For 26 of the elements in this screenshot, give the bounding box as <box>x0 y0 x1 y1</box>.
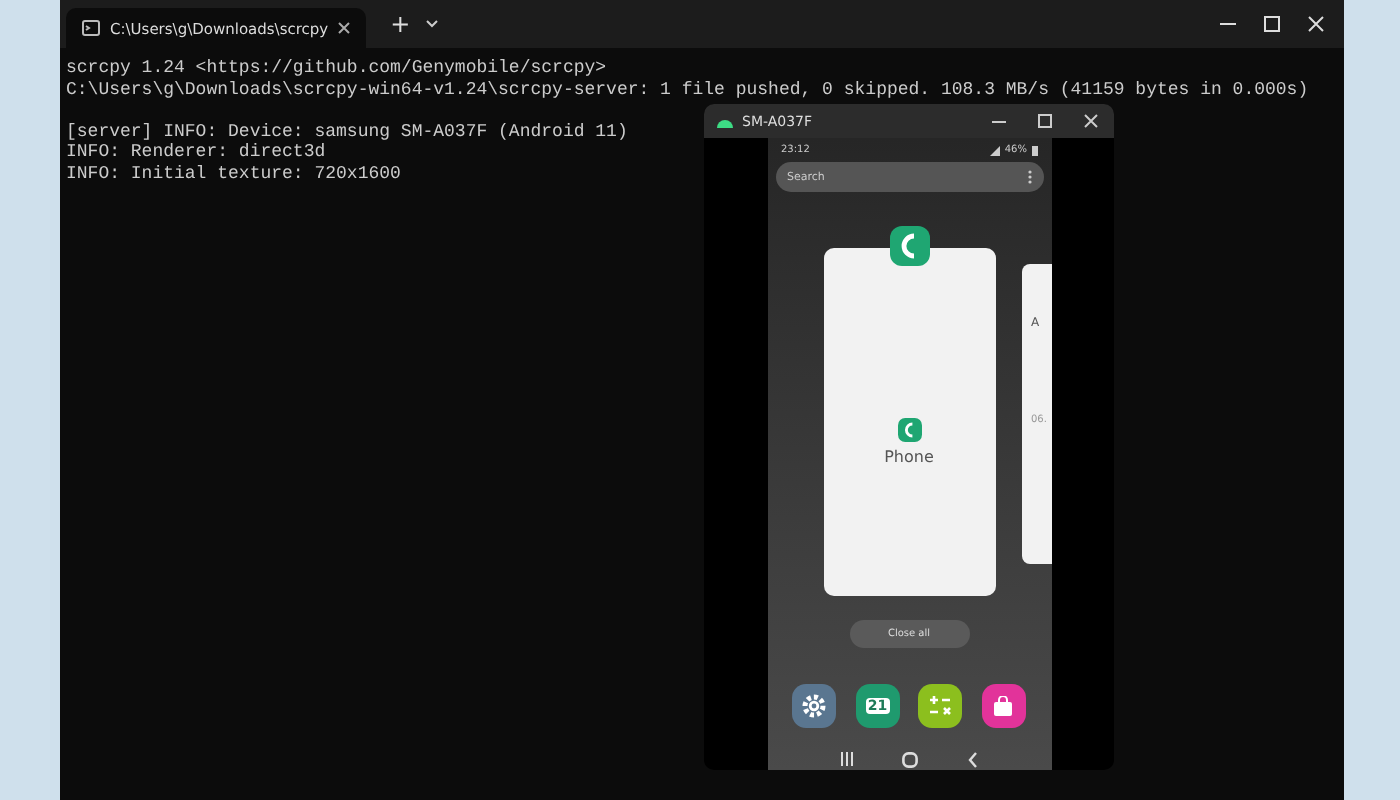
console-line: INFO: Renderer: direct3d <box>66 142 326 163</box>
maximize-icon[interactable] <box>1038 114 1052 128</box>
recents-icon[interactable] <box>839 752 854 766</box>
maximize-icon[interactable] <box>1264 16 1280 32</box>
app-label: Phone <box>884 448 934 466</box>
store-app-icon[interactable] <box>981 684 1026 728</box>
console-line: C:\Users\g\Downloads\scrcpy-win64-v1.24\scrcpy-server: 1 file pushed, 0 skipped. 108.3 MB/s (41159 bytes in 0.000s) <box>66 79 1309 100</box>
minimize-icon[interactable] <box>992 119 1006 123</box>
dropdown-icon[interactable] <box>426 20 439 28</box>
close-icon[interactable] <box>338 22 351 34</box>
phone-app-icon[interactable] <box>889 226 929 266</box>
console-line: INFO: Initial texture: 720x1600 <box>66 163 401 184</box>
console-line: [server] INFO: Device: samsung SM-A037F (Android 11) <box>66 121 628 142</box>
battery-icon <box>1031 145 1037 155</box>
calculator-app-icon[interactable] <box>918 684 963 728</box>
android-icon <box>716 114 734 128</box>
new-tab-button[interactable]: + <box>390 10 411 38</box>
console-line: scrcpy 1.24 <https://github.com/Genymobile/scrcpy> <box>66 58 607 79</box>
back-icon[interactable] <box>968 752 979 768</box>
minimize-icon[interactable] <box>1220 22 1236 26</box>
signal-icon <box>990 145 1001 155</box>
home-icon[interactable] <box>902 752 919 768</box>
settings-app-icon[interactable] <box>792 684 837 728</box>
terminal-icon <box>82 20 100 36</box>
app-card[interactable]: Phone <box>823 248 995 596</box>
close-icon[interactable] <box>1084 114 1098 128</box>
